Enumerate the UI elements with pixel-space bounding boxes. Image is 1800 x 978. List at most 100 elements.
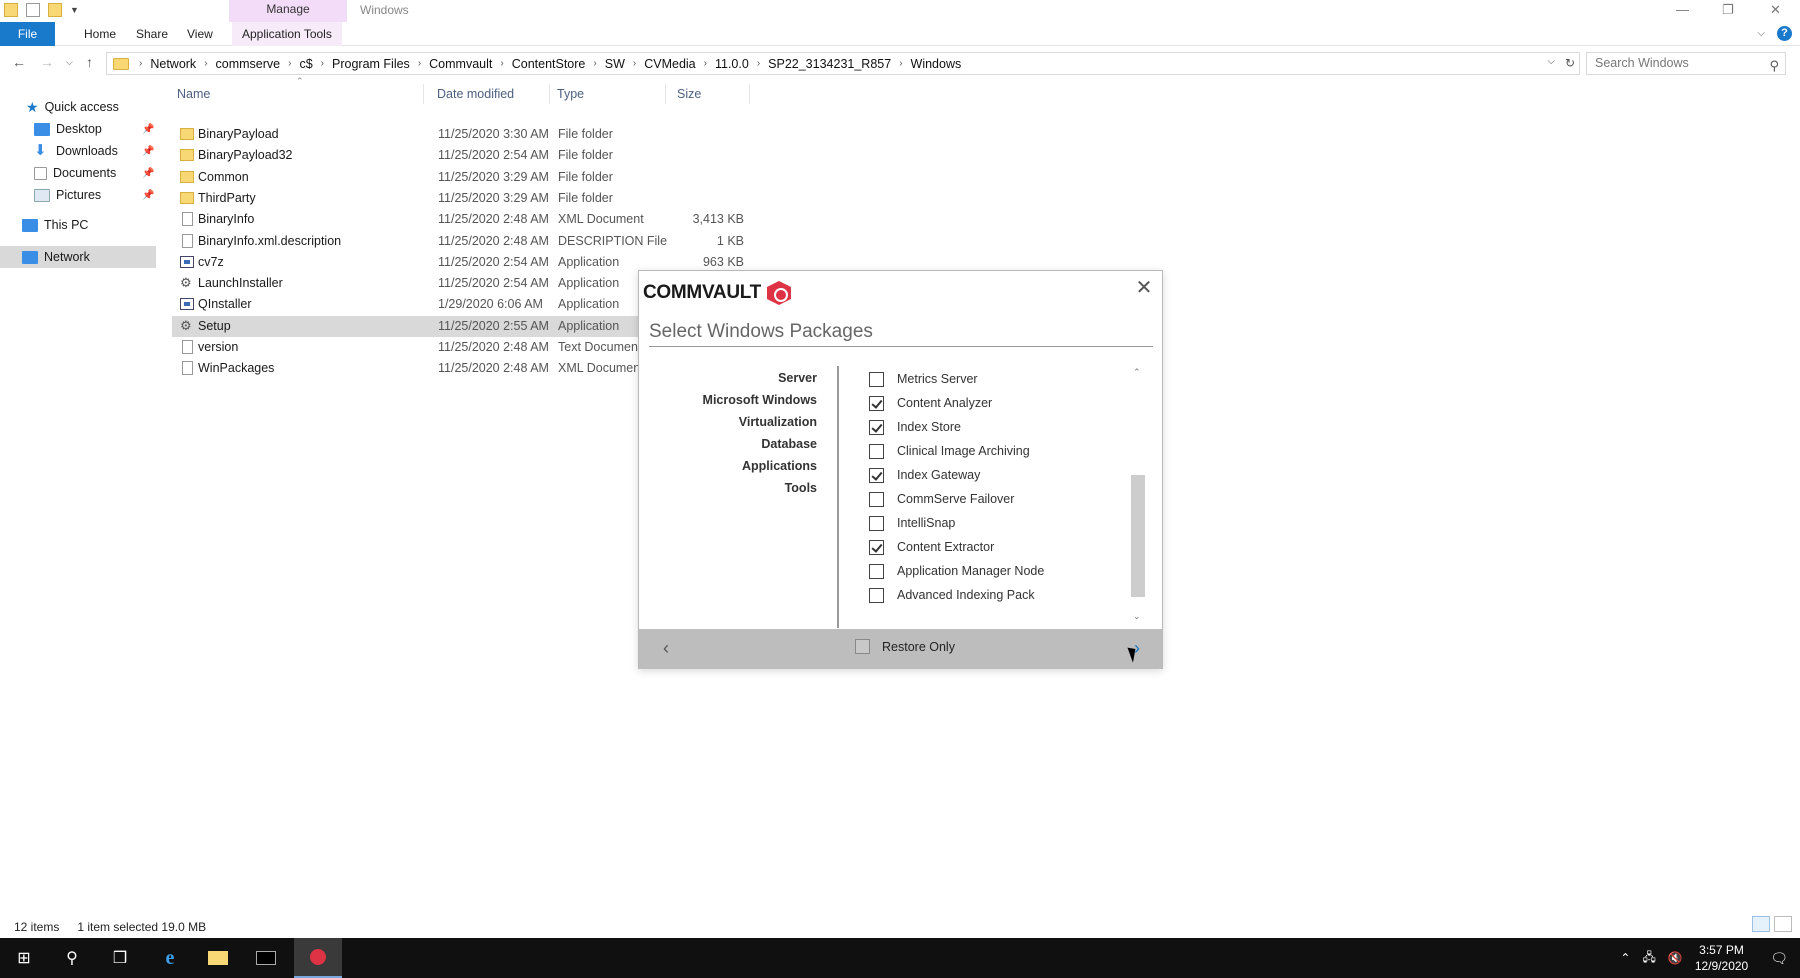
breadcrumb-separator-icon[interactable]: › xyxy=(755,58,762,69)
command-prompt-icon[interactable] xyxy=(242,938,290,978)
nav-quick-access[interactable]: ★ Quick access xyxy=(26,96,119,118)
breadcrumb-separator-icon[interactable]: › xyxy=(416,58,423,69)
package-checkbox[interactable] xyxy=(869,419,884,435)
file-row[interactable]: BinaryPayload 11/25/2020 3:30 AM File fold… xyxy=(172,124,750,145)
network-tray-icon[interactable]: 🖧 xyxy=(1642,948,1655,969)
breadcrumb-separator-icon[interactable]: › xyxy=(631,58,638,69)
address-dropdown-icon[interactable]: ⌵ xyxy=(1547,56,1555,70)
file-row[interactable]: BinaryPayload32 11/25/2020 2:54 AM File fo… xyxy=(172,145,750,166)
action-center-icon[interactable]: 🗨 xyxy=(1770,950,1788,967)
start-windows-icon[interactable]: ⊞ xyxy=(0,938,48,978)
expand-ribbon-icon[interactable]: ⌵ xyxy=(1757,28,1765,39)
package-item[interactable]: Content Extractor xyxy=(869,535,1044,559)
package-checkbox[interactable] xyxy=(869,515,884,531)
properties-icon[interactable] xyxy=(26,3,40,17)
breadcrumb-item[interactable]: ContentStore xyxy=(506,57,592,71)
clock[interactable]: 3:57 PM 12/9/2020 xyxy=(1695,942,1748,974)
package-item[interactable]: Index Store xyxy=(869,415,1044,439)
package-item[interactable]: Index Gateway xyxy=(869,463,1044,487)
new-folder-icon[interactable] xyxy=(48,3,62,17)
search-input[interactable]: Search Windows ⚲ xyxy=(1586,52,1786,75)
file-row[interactable]: Common 11/25/2020 3:29 AM File folder xyxy=(172,167,750,188)
file-row[interactable]: BinaryInfo 11/25/2020 2:48 AM XML Document… xyxy=(172,209,750,230)
tab-share[interactable]: Share xyxy=(126,22,178,46)
breadcrumb-item[interactable]: c$ xyxy=(293,57,318,71)
volume-muted-icon[interactable]: 🔇 xyxy=(1668,951,1683,965)
customize-toolbar-icon[interactable]: ▼ xyxy=(70,5,79,15)
up-arrow-icon[interactable]: ↑ xyxy=(86,54,93,70)
back-arrow-icon[interactable]: ← xyxy=(12,54,26,70)
manage-contextual-tab[interactable]: Manage xyxy=(229,0,347,22)
breadcrumb-separator-icon[interactable]: › xyxy=(591,58,598,69)
close-icon[interactable]: ✕ xyxy=(1770,2,1781,18)
breadcrumb-item[interactable]: 11.0.0 xyxy=(709,57,755,71)
column-size[interactable]: Size xyxy=(672,84,750,104)
file-explorer-icon[interactable] xyxy=(194,938,242,978)
package-checkbox[interactable] xyxy=(869,443,884,459)
nav-pictures[interactable]: Pictures xyxy=(34,184,154,206)
package-item[interactable]: Clinical Image Archiving xyxy=(869,439,1044,463)
package-checkbox[interactable] xyxy=(869,371,884,387)
breadcrumb-separator-icon[interactable]: › xyxy=(137,58,144,69)
address-bar[interactable]: › Network › commserve › c$ › Program Files › Comm… xyxy=(106,52,1580,75)
breadcrumb-item[interactable]: commserve xyxy=(210,57,287,71)
package-checkbox[interactable] xyxy=(869,539,884,555)
internet-explorer-icon[interactable]: e xyxy=(146,938,194,978)
nav-documents[interactable]: Documents xyxy=(34,162,154,184)
package-item[interactable]: CommServe Failover xyxy=(869,487,1044,511)
refresh-icon[interactable]: ↻ xyxy=(1565,56,1575,70)
previous-button[interactable]: ‹ xyxy=(663,638,669,659)
column-name[interactable]: Name xyxy=(172,84,424,104)
nav-this-pc[interactable]: This PC xyxy=(22,214,88,236)
pin-icon[interactable]: 📌 xyxy=(142,168,154,179)
scroll-down-icon[interactable]: ⌄ xyxy=(1133,611,1141,622)
details-view-icon[interactable] xyxy=(1752,916,1770,932)
breadcrumb-item[interactable]: Commvault xyxy=(423,57,498,71)
breadcrumb-separator-icon[interactable]: › xyxy=(702,58,709,69)
package-checkbox[interactable] xyxy=(869,563,884,579)
scrollbar-thumb[interactable] xyxy=(1131,475,1145,597)
breadcrumb-item[interactable]: CVMedia xyxy=(638,57,701,71)
package-list-scrollbar[interactable]: ⌃ ⌄ xyxy=(1129,367,1146,625)
file-row[interactable]: ThirdParty 11/25/2020 3:29 AM File folder xyxy=(172,188,750,209)
breadcrumb-item[interactable]: Network xyxy=(144,57,202,71)
breadcrumb-item[interactable]: Program Files xyxy=(326,57,416,71)
pin-icon[interactable]: 📌 xyxy=(142,146,154,157)
recent-locations-icon[interactable]: ⌵ xyxy=(66,57,73,68)
category-item[interactable]: Microsoft Windows xyxy=(659,389,817,411)
breadcrumb-item[interactable]: SW xyxy=(599,57,631,71)
package-item[interactable]: Application Manager Node xyxy=(869,559,1044,583)
restore-icon[interactable]: ❐ xyxy=(1722,2,1734,18)
package-item[interactable]: Content Analyzer xyxy=(869,391,1044,415)
package-item[interactable]: Metrics Server xyxy=(869,367,1044,391)
search-icon[interactable]: ⚲ xyxy=(48,938,96,978)
pin-icon[interactable]: 📌 xyxy=(142,124,154,135)
breadcrumb-separator-icon[interactable]: › xyxy=(202,58,209,69)
restore-only-checkbox[interactable] xyxy=(855,639,870,654)
tab-view[interactable]: View xyxy=(177,22,223,46)
breadcrumb-separator-icon[interactable]: › xyxy=(319,58,326,69)
breadcrumb-item[interactable]: SP22_3134231_R857 xyxy=(762,57,897,71)
package-checkbox[interactable] xyxy=(869,491,884,507)
tab-application-tools[interactable]: Application Tools xyxy=(232,22,342,46)
category-item[interactable]: Database xyxy=(659,433,817,455)
column-type[interactable]: Type xyxy=(552,84,666,104)
tab-home[interactable]: Home xyxy=(74,22,126,46)
nav-network[interactable]: Network xyxy=(0,246,156,268)
large-icons-view-icon[interactable] xyxy=(1774,916,1792,932)
package-checkbox[interactable] xyxy=(869,587,884,603)
commvault-installer-taskbar-icon[interactable] xyxy=(294,938,342,978)
minimize-icon[interactable]: — xyxy=(1676,2,1689,17)
category-item[interactable]: Virtualization xyxy=(659,411,817,433)
show-hidden-icons-icon[interactable]: ⌃ xyxy=(1620,951,1630,965)
task-view-icon[interactable]: ❒ xyxy=(96,938,144,978)
category-item[interactable]: Applications xyxy=(659,455,817,477)
help-icon[interactable]: ? xyxy=(1777,26,1792,41)
tab-file[interactable]: File xyxy=(0,22,55,46)
nav-downloads[interactable]: ⬇ Downloads xyxy=(34,140,154,162)
package-checkbox[interactable] xyxy=(869,395,884,411)
restore-only-option[interactable]: Restore Only xyxy=(855,639,955,654)
breadcrumb-item[interactable]: Windows xyxy=(905,57,968,71)
breadcrumb-separator-icon[interactable]: › xyxy=(498,58,505,69)
breadcrumb-separator-icon[interactable]: › xyxy=(286,58,293,69)
